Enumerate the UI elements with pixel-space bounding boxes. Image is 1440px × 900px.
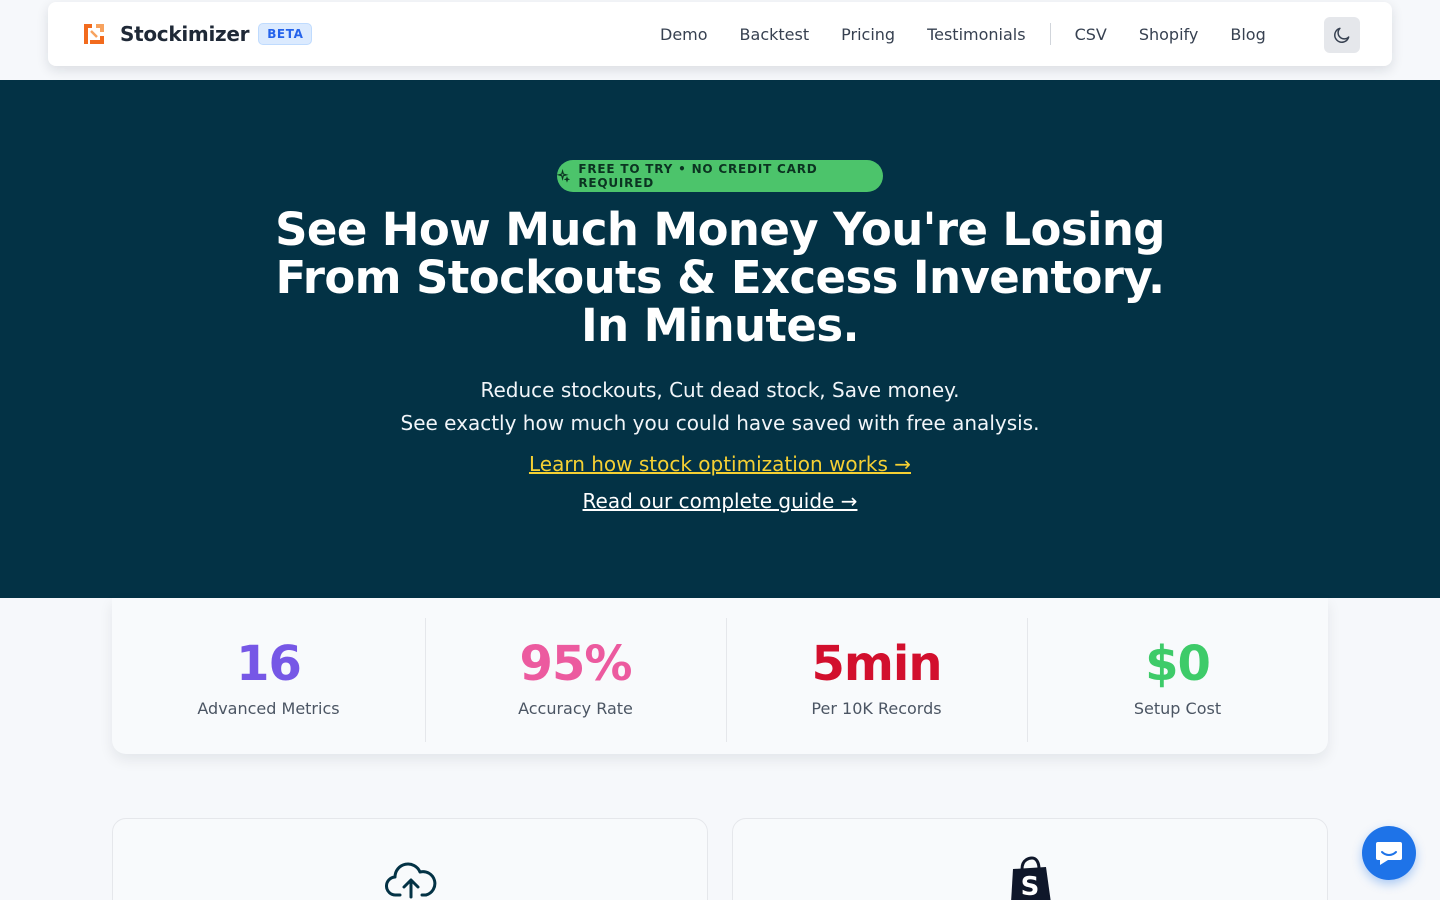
nav-divider: [1049, 23, 1051, 45]
sparkles-icon: [557, 169, 571, 183]
stat-label: Advanced Metrics: [197, 699, 340, 718]
brand[interactable]: Stockimizer BETA: [82, 2, 313, 66]
theme-toggle-button[interactable]: [1324, 17, 1360, 53]
stockimizer-logo-icon: [84, 24, 104, 44]
chat-button[interactable]: [1362, 826, 1416, 880]
hero-title-line: From Stockouts & Excess Inventory.: [275, 251, 1166, 304]
brand-name: Stockimizer: [120, 22, 250, 46]
nav-link-backtest[interactable]: Backtest: [740, 25, 810, 44]
nav-link-testimonials[interactable]: Testimonials: [927, 25, 1026, 44]
stat-processing-speed: 5min Per 10K Records: [726, 598, 1027, 754]
stat-label: Accuracy Rate: [518, 699, 633, 718]
stat-value: $0: [1145, 636, 1211, 692]
complete-guide-link-wrap: Read our complete guide →: [220, 489, 1220, 513]
top-navbar: Stockimizer BETA Demo Backtest Pricing T…: [48, 2, 1392, 66]
stat-setup-cost: $0 Setup Cost: [1027, 598, 1328, 754]
csv-upload-card[interactable]: [112, 818, 708, 900]
stat-label: Setup Cost: [1133, 699, 1222, 718]
hero-title: See How Much Money You're Losing From St…: [220, 206, 1220, 350]
nav-link-blog[interactable]: Blog: [1230, 25, 1265, 44]
stat-value: 95%: [519, 636, 633, 692]
nav-links: Demo Backtest Pricing Testimonials CSV S…: [660, 2, 1266, 66]
free-trial-pill-text: FREE TO TRY • NO CREDIT CARD REQUIRED: [578, 162, 818, 190]
hero-subtitle-line: See exactly how much you could have save…: [400, 411, 1040, 435]
free-trial-pill: FREE TO TRY • NO CREDIT CARD REQUIRED: [557, 160, 883, 192]
learn-stock-optimization-link[interactable]: Learn how stock optimization works →: [529, 452, 911, 476]
hero-title-line: See How Much Money You're Losing: [275, 203, 1165, 256]
stat-value: 16: [236, 636, 302, 692]
hero-subtitle-line: Reduce stockouts, Cut dead stock, Save m…: [480, 378, 960, 402]
nav-link-pricing[interactable]: Pricing: [841, 25, 895, 44]
learn-stock-optimization-link-wrap: Learn how stock optimization works →: [220, 452, 1220, 476]
stats-bar: 16 Advanced Metrics 95% Accuracy Rate 5m…: [112, 598, 1328, 754]
nav-link-shopify[interactable]: Shopify: [1139, 25, 1199, 44]
shopify-connect-card[interactable]: S: [732, 818, 1328, 900]
nav-link-demo[interactable]: Demo: [660, 25, 708, 44]
stat-accuracy-rate: 95% Accuracy Rate: [425, 598, 726, 754]
complete-guide-link[interactable]: Read our complete guide →: [583, 489, 858, 513]
stat-value: 5min: [811, 636, 942, 692]
moon-icon: [1334, 27, 1350, 43]
shopify-bag-icon: S: [1011, 856, 1051, 900]
cloud-upload-icon: [385, 862, 437, 899]
nav-link-csv[interactable]: CSV: [1075, 25, 1107, 44]
stat-advanced-metrics: 16 Advanced Metrics: [112, 598, 425, 754]
header-area: Stockimizer BETA Demo Backtest Pricing T…: [0, 0, 1440, 80]
beta-badge: BETA: [258, 23, 313, 45]
chat-bubble-icon: [1376, 842, 1402, 865]
hero-title-line: In Minutes.: [580, 299, 860, 352]
svg-text:S: S: [1021, 872, 1040, 900]
stat-label: Per 10K Records: [811, 699, 942, 718]
hero-section: FREE TO TRY • NO CREDIT CARD REQUIRED Se…: [0, 80, 1440, 598]
